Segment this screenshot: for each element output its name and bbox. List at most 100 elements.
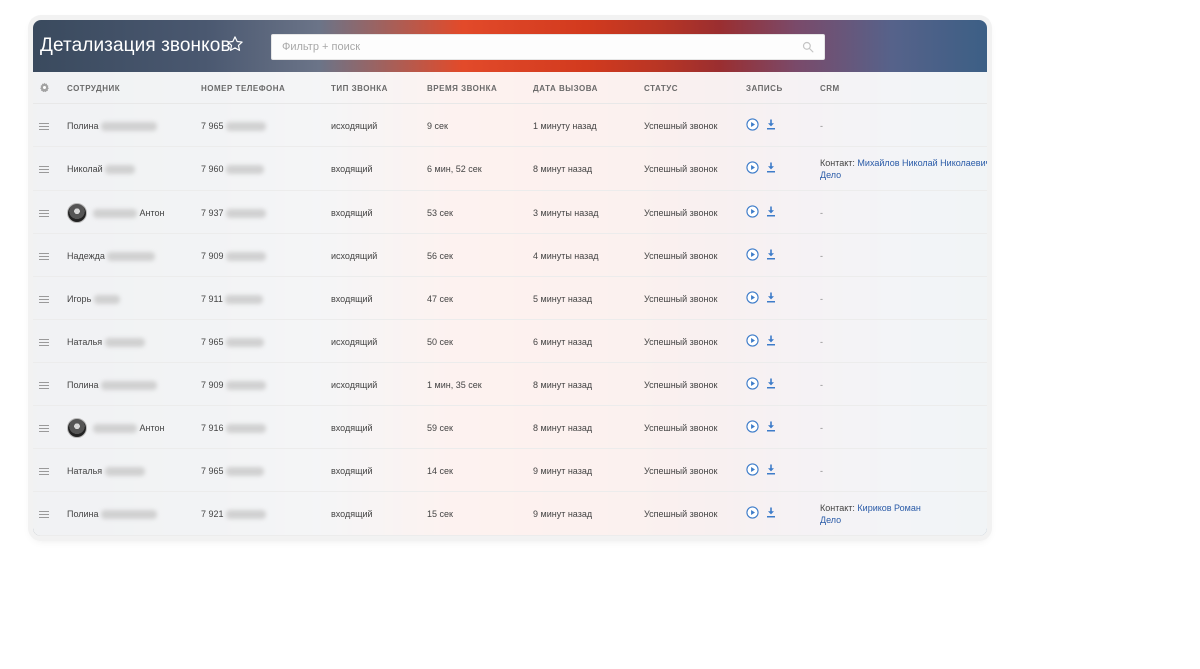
table-row[interactable]: Наталья 7 965 входящий 14 сек 9 минут наза… (33, 449, 987, 492)
search-input[interactable] (272, 35, 792, 59)
drag-handle-icon[interactable] (39, 210, 49, 218)
call-type-cell: входящий (331, 423, 373, 433)
employee-name: Игорь (67, 294, 92, 304)
status-cell: Успешный звонок (644, 423, 718, 433)
drag-handle-icon[interactable] (39, 425, 49, 433)
employee-cell: Полина (67, 509, 158, 520)
column-header-duration[interactable]: ВРЕМЯ ЗВОНКА (427, 84, 497, 93)
blurred-surname (104, 467, 145, 477)
column-header-phone[interactable]: НОМЕР ТЕЛЕФОНА (201, 84, 285, 93)
call-type-cell: исходящий (331, 251, 378, 261)
drag-handle-icon[interactable] (39, 382, 49, 390)
gear-icon[interactable] (39, 82, 50, 93)
drag-handle-icon[interactable] (39, 511, 49, 519)
play-icon[interactable] (746, 463, 759, 476)
play-icon[interactable] (746, 161, 759, 174)
download-icon[interactable] (766, 249, 776, 260)
crm-cell: - (820, 208, 823, 218)
status-cell: Успешный звонок (644, 294, 718, 304)
phone-cell: 7 921 (201, 509, 267, 520)
table-row[interactable]: Полина 7 909 исходящий 1 мин, 35 сек 8 мин… (33, 363, 987, 406)
table-row[interactable]: Полина 7 921 входящий 15 сек 9 минут назад… (33, 492, 987, 536)
date-cell: 8 минут назад (533, 164, 593, 174)
drag-handle-icon[interactable] (39, 253, 49, 261)
play-icon[interactable] (746, 118, 759, 131)
page-header: Детализация звонков (33, 20, 987, 72)
star-icon[interactable] (226, 35, 244, 53)
table-row[interactable]: Игорь 7 911 входящий 47 сек 5 минут назад У… (33, 277, 987, 320)
download-icon[interactable] (766, 206, 776, 217)
call-details-card: Детализация звонков СОТРУДНИК НОМЕР ТЕЛЕ… (33, 20, 987, 536)
phone-cell: 7 911 (201, 294, 264, 305)
play-icon[interactable] (746, 291, 759, 304)
drag-handle-icon[interactable] (39, 296, 49, 304)
column-header-crm[interactable]: CRM (820, 84, 840, 93)
play-icon[interactable] (746, 377, 759, 390)
crm-cell: - (820, 423, 823, 433)
download-icon[interactable] (766, 292, 776, 303)
phone-prefix: 7 960 (201, 164, 224, 174)
blurred-phone (225, 295, 264, 305)
crm-contact-link[interactable]: Михайлов Николай Николаевич (857, 158, 987, 168)
play-icon[interactable] (746, 334, 759, 347)
table-header: СОТРУДНИК НОМЕР ТЕЛЕФОНА ТИП ЗВОНКА ВРЕМ… (33, 72, 987, 104)
phone-cell: 7 960 (201, 164, 265, 175)
avatar (67, 203, 87, 223)
table-row[interactable]: Полина 7 965 исходящий 9 сек 1 минуту наза… (33, 104, 987, 147)
download-icon[interactable] (766, 378, 776, 389)
blurred-phone (226, 338, 265, 348)
drag-handle-icon[interactable] (39, 123, 49, 131)
call-type-cell: входящий (331, 294, 373, 304)
blurred-surname (101, 122, 158, 132)
column-header-call-type[interactable]: ТИП ЗВОНКА (331, 84, 388, 93)
column-header-date[interactable]: ДАТА ВЫЗОВА (533, 84, 598, 93)
column-header-employee[interactable]: СОТРУДНИК (67, 84, 120, 93)
drag-handle-icon[interactable] (39, 468, 49, 476)
play-icon[interactable] (746, 420, 759, 433)
column-header-status[interactable]: СТАТУС (644, 84, 678, 93)
table-row[interactable]: Николай 7 960 входящий 6 мин, 52 сек 8 мин… (33, 147, 987, 191)
crm-cell: - (820, 121, 823, 131)
drag-handle-icon[interactable] (39, 166, 49, 174)
crm-contact-label: Контакт: (820, 158, 855, 168)
employee-name: Наталья (67, 466, 103, 476)
crm-contact: Контакт: Михайлов Николай Николаевич (820, 158, 987, 168)
download-icon[interactable] (766, 162, 776, 173)
blurred-phone (226, 510, 267, 520)
play-icon[interactable] (746, 248, 759, 261)
table-row[interactable]: Антон 7 937 входящий 53 сек 3 минуты назад У… (33, 191, 987, 234)
duration-cell: 15 сек (427, 509, 453, 519)
download-icon[interactable] (766, 421, 776, 432)
blurred-surname (93, 209, 137, 219)
drag-handle-icon[interactable] (39, 339, 49, 347)
date-cell: 4 минуты назад (533, 251, 599, 261)
blurred-phone (226, 381, 267, 391)
employee-cell: Антон (93, 423, 165, 434)
download-icon[interactable] (766, 119, 776, 130)
table-row[interactable]: Антон 7 916 входящий 59 сек 8 минут назад Ус… (33, 406, 987, 449)
table-row[interactable]: Наталья 7 965 исходящий 50 сек 6 минут наз… (33, 320, 987, 363)
table-row[interactable]: Надежда 7 909 исходящий 56 сек 4 минуты на… (33, 234, 987, 277)
duration-cell: 1 мин, 35 сек (427, 380, 482, 390)
status-cell: Успешный звонок (644, 208, 718, 218)
column-header-record[interactable]: ЗАПИСЬ (746, 84, 783, 93)
phone-prefix: 7 921 (201, 509, 224, 519)
download-icon[interactable] (766, 335, 776, 346)
download-icon[interactable] (766, 464, 776, 475)
crm-deal-link[interactable]: Дело (820, 170, 841, 180)
crm-deal-link[interactable]: Дело (820, 515, 841, 525)
blurred-surname (101, 510, 158, 520)
blurred-surname (101, 381, 158, 391)
play-icon[interactable] (746, 506, 759, 519)
blurred-phone (226, 165, 265, 175)
download-icon[interactable] (766, 507, 776, 518)
duration-cell: 47 сек (427, 294, 453, 304)
employee-cell: Надежда (67, 251, 156, 262)
play-icon[interactable] (746, 205, 759, 218)
status-cell: Успешный звонок (644, 121, 718, 131)
search-icon[interactable] (802, 41, 814, 53)
employee-name: Полина (67, 509, 99, 519)
crm-contact-link[interactable]: Кириков Роман (857, 503, 920, 513)
phone-prefix: 7 916 (201, 423, 224, 433)
date-cell: 8 минут назад (533, 380, 593, 390)
